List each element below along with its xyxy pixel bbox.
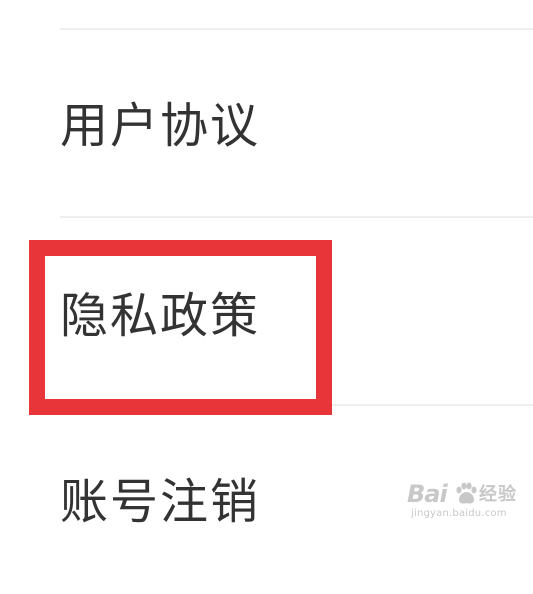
menu-item-user-agreement[interactable]: 用户协议 [0, 30, 533, 218]
menu-item-account-cancellation[interactable]: 账号注销 [0, 406, 533, 594]
menu-item-privacy-policy[interactable]: 隐私政策 [0, 218, 533, 406]
menu-item-label: 用户协议 [60, 98, 261, 154]
menu-item-label: 隐私政策 [60, 288, 261, 344]
menu-item-label: 账号注销 [60, 474, 261, 530]
